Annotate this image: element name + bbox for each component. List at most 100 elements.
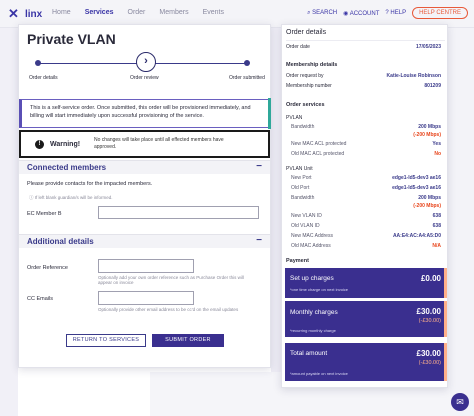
order-request-value: Katie-Louise Robinson <box>386 73 441 79</box>
payment-heading: Payment <box>286 258 309 264</box>
card-accent <box>444 343 447 381</box>
step-label-order-details: Order details <box>29 75 58 81</box>
step-label-order-review: Order review <box>130 75 159 81</box>
order-form-panel: Private VLAN › Order details Order revie… <box>18 24 271 368</box>
setup-charges-note: *one time charge on next invoice <box>290 287 349 292</box>
new-port-value: edge1-ld5-dev3 ae16 <box>392 175 441 181</box>
pvlan-unit-label: PVLAN Unit <box>286 166 313 172</box>
bandwidth-value: 200 Mbps <box>418 124 441 130</box>
connected-instruction: Please provide contacts for the impacted… <box>27 181 153 187</box>
card-accent <box>444 268 447 298</box>
page-title: Private VLAN <box>27 31 116 47</box>
old-port-label: Old Port <box>291 185 310 191</box>
step-current-icon: › <box>136 52 156 72</box>
order-reference-hint: Optionally add your own order reference … <box>98 275 244 285</box>
unit-bandwidth-value: 200 Mbps <box>418 195 441 201</box>
nav-item-services[interactable]: Services <box>85 9 114 16</box>
cc-emails-hint: Optionally provide other email address t… <box>98 307 239 312</box>
connected-hint: ⓘ If left blank guardian/s will be infor… <box>29 195 113 200</box>
total-amount-label: Total amount <box>290 350 328 357</box>
step-label-order-submitted: Order submitted <box>229 75 265 81</box>
bandwidth-change: (-200 Mbps) <box>413 132 441 138</box>
chat-icon[interactable]: ✉ <box>451 393 469 411</box>
total-amount-change: (-£30.00) <box>418 360 441 366</box>
ec-member-b-input[interactable] <box>98 206 259 219</box>
old-mac-address-value: N/A <box>432 243 441 249</box>
help-centre-button[interactable]: HELP CENTRE <box>412 7 468 19</box>
order-reference-input[interactable] <box>98 259 194 273</box>
old-mac-acl-label: Old MAC ACL protected <box>291 151 345 157</box>
info-notice: This is a self-service order. Once submi… <box>19 98 271 129</box>
bandwidth-label: Bandwidth <box>291 124 315 130</box>
nav-item-home[interactable]: Home <box>52 9 71 16</box>
step-dot-order-details <box>35 60 41 66</box>
setup-charges-card: Set up charges £0.00 *one time charge on… <box>285 268 447 298</box>
old-mac-address-label: Old MAC Address <box>291 243 331 249</box>
order-date-value: 17/05/2023 <box>415 44 441 50</box>
connected-members-header[interactable]: Connected members − <box>19 160 270 174</box>
top-actions: ⌕ SEARCH ◉ ACCOUNT ? HELP HELP CENTRE <box>307 7 468 19</box>
warning-title: Warning! <box>50 140 81 148</box>
pvlan-label: PVLAN <box>286 115 303 121</box>
account-button[interactable]: ◉ ACCOUNT <box>343 10 379 17</box>
monthly-charges-change: (-£30.00) <box>418 318 441 324</box>
cc-emails-input[interactable] <box>98 291 194 305</box>
additional-details-header[interactable]: Additional details − <box>19 234 270 248</box>
total-amount-card: Total amount £30.00 (-£30.00) *amount pa… <box>285 343 447 381</box>
monthly-charges-label: Monthly charges <box>290 309 338 316</box>
submit-order-button[interactable]: SUBMIT ORDER <box>152 334 224 347</box>
collapse-icon[interactable]: − <box>256 235 262 246</box>
membership-number-label: Membership number <box>286 83 332 89</box>
unit-bandwidth-change: (-200 Mbps) <box>413 203 441 209</box>
monthly-charges-note: *recurring monthly charge <box>290 328 336 333</box>
nav-item-events[interactable]: Events <box>203 9 224 16</box>
warning-text: No changes will take place until all eff… <box>94 137 224 150</box>
new-mac-address-label: New MAC Address <box>291 233 333 239</box>
new-mac-acl-label: New MAC ACL protected <box>291 141 347 147</box>
collapse-icon[interactable]: − <box>256 161 262 172</box>
linx-logo-icon: ✕ <box>8 6 19 21</box>
new-vlan-id-value: 638 <box>432 213 441 219</box>
membership-number-value: 801209 <box>424 83 441 89</box>
search-label: SEARCH <box>312 9 338 16</box>
connected-hint-text: If left blank guardian/s will be informe… <box>34 195 113 200</box>
help-label: HELP <box>390 10 407 16</box>
background-left <box>0 28 18 416</box>
nav-item-order[interactable]: Order <box>128 9 146 16</box>
additional-details-heading: Additional details <box>27 237 94 246</box>
setup-charges-label: Set up charges <box>290 275 334 282</box>
new-port-label: New Port <box>291 175 312 181</box>
warning-notice: ! Warning! No changes will take place un… <box>19 130 270 158</box>
ec-member-b-label: EC Member B <box>27 211 62 217</box>
order-summary-panel: Order details Order date 17/05/2023 Memb… <box>281 24 448 388</box>
help-button[interactable]: ? HELP <box>385 10 406 16</box>
unit-bandwidth-label: Bandwidth <box>291 195 315 201</box>
background-right <box>448 28 474 416</box>
step-dot-order-submitted <box>244 60 250 66</box>
new-mac-address-value: AA:E4:AC:A4:A5:D0 <box>392 233 441 239</box>
logo-text: linx <box>25 8 43 20</box>
nav-item-members[interactable]: Members <box>159 9 188 16</box>
old-mac-acl-value: No <box>434 151 441 157</box>
return-to-services-button[interactable]: RETURN TO SERVICES <box>66 334 146 347</box>
card-accent <box>444 301 447 337</box>
account-label: ACCOUNT <box>349 10 380 17</box>
monthly-charges-amount: £30.00 <box>416 307 441 316</box>
warning-icon: ! <box>35 139 44 149</box>
setup-charges-amount: £0.00 <box>420 274 441 283</box>
membership-heading: Membership details <box>286 62 338 68</box>
new-vlan-id-label: New VLAN ID <box>291 213 322 219</box>
order-reference-label: Order Reference <box>27 265 68 271</box>
order-services-heading: Order services <box>286 102 325 108</box>
connected-members-heading: Connected members <box>27 163 107 172</box>
monthly-charges-card: Monthly charges £30.00 (-£30.00) *recurr… <box>285 301 447 337</box>
old-vlan-id-value: 638 <box>432 223 441 229</box>
old-vlan-id-label: Old VLAN ID <box>291 223 320 229</box>
total-amount-value: £30.00 <box>416 349 441 358</box>
order-details-title: Order details <box>286 29 327 36</box>
order-date-label: Order date <box>286 44 310 50</box>
cc-emails-label: CC Emails <box>27 296 53 302</box>
search-button[interactable]: ⌕ SEARCH <box>307 10 337 17</box>
linx-logo[interactable]: ✕ linx <box>8 6 48 22</box>
new-mac-acl-value: Yes <box>432 141 441 147</box>
